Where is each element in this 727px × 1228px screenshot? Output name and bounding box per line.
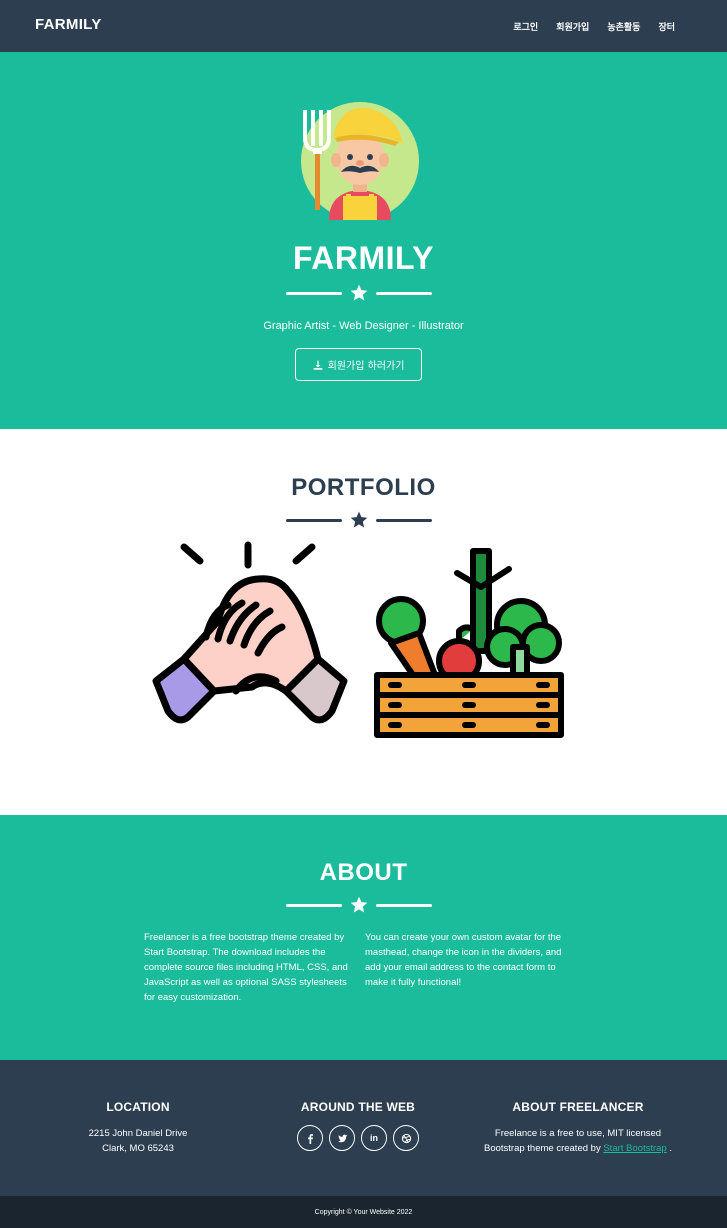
nav-menu: 로그인 회원가입 농촌활동 장터 [513, 20, 675, 33]
divider-star [286, 282, 432, 304]
footer-about-text: Freelance is a free to use, MIT licensed… [473, 1126, 683, 1156]
about-text-right: You can create your own custom avatar fo… [365, 932, 562, 988]
star-icon [350, 511, 368, 528]
masthead-subtitle: Graphic Artist - Web Designer - Illustra… [263, 320, 464, 332]
star-icon [350, 284, 368, 301]
star-icon [350, 896, 368, 913]
vegetable-crate-icon[interactable] [373, 547, 567, 739]
divider-line [376, 292, 432, 295]
portfolio-section: PORTFOLIO [0, 429, 727, 815]
footer-about-line-2-prefix: Bootstrap theme created by [483, 1143, 601, 1154]
footer-around-web: AROUND THE WEB in [283, 1100, 433, 1151]
about-title: ABOUT [319, 859, 408, 886]
divider-line [376, 904, 432, 907]
divider-line [286, 519, 342, 522]
nav-signup[interactable]: 회원가입 [556, 20, 589, 33]
masthead-title: FARMILY [293, 240, 434, 276]
farmer-avatar-icon [301, 102, 419, 220]
address-line-1: 2215 John Daniel Drive [88, 1128, 188, 1139]
footer-address: 2215 John Daniel Drive Clark, MO 65243 [58, 1126, 218, 1156]
footer-about-line-2: Bootstrap theme created by Start Bootstr… [473, 1141, 683, 1156]
twitter-icon[interactable] [329, 1125, 355, 1151]
footer-about-line-1: Freelance is a free to use, MIT licensed [494, 1128, 662, 1139]
footer-location: LOCATION 2215 John Daniel Drive Clark, M… [58, 1100, 218, 1156]
footer-around-heading: AROUND THE WEB [300, 1100, 416, 1114]
footer-location-heading: LOCATION [106, 1100, 170, 1114]
about-section: ABOUT Freelancer is a free bootstrap the… [0, 815, 727, 1060]
signup-button[interactable]: 회원가입 하러가기 [295, 348, 422, 381]
divider-star [286, 894, 432, 916]
footer-about-freelancer: ABOUT FREELANCER Freelance is a free to … [473, 1100, 683, 1156]
start-bootstrap-link[interactable]: Start Bootstrap [603, 1143, 666, 1154]
portfolio-title: PORTFOLIO [291, 474, 436, 501]
footer-about-line-2-suffix: . [669, 1143, 672, 1154]
divider-line [376, 519, 432, 522]
facebook-icon[interactable] [297, 1125, 323, 1151]
divider-line [286, 292, 342, 295]
dribbble-icon[interactable] [393, 1125, 419, 1151]
divider-line [286, 904, 342, 907]
linkedin-icon[interactable]: in [361, 1125, 387, 1151]
social-links: in [283, 1125, 433, 1151]
nav-login[interactable]: 로그인 [513, 20, 538, 33]
navbar: FARMILY 로그인 회원가입 농촌활동 장터 [0, 0, 727, 52]
address-line-2: Clark, MO 65243 [102, 1143, 174, 1154]
linkedin-glyph: in [370, 1133, 378, 1143]
signup-button-label: 회원가입 하러가기 [327, 361, 405, 372]
footer-about-heading: ABOUT FREELANCER [512, 1100, 644, 1114]
divider-star [286, 509, 432, 531]
brand-logo[interactable]: FARMILY [35, 16, 102, 33]
copyright-text: Copyright © Your Website 2022 [314, 1208, 413, 1216]
copyright-bar: Copyright © Your Website 2022 [0, 1196, 727, 1228]
nav-farm-activity[interactable]: 농촌활동 [607, 20, 640, 33]
about-text-left: Freelancer is a free bootstrap theme cre… [144, 932, 348, 1003]
nav-market[interactable]: 장터 [658, 20, 675, 33]
handshake-icon[interactable] [148, 541, 350, 745]
footer: LOCATION 2215 John Daniel Drive Clark, M… [0, 1060, 727, 1196]
download-icon [313, 360, 322, 370]
masthead: FARMILY Graphic Artist - Web Designer - … [0, 52, 727, 429]
